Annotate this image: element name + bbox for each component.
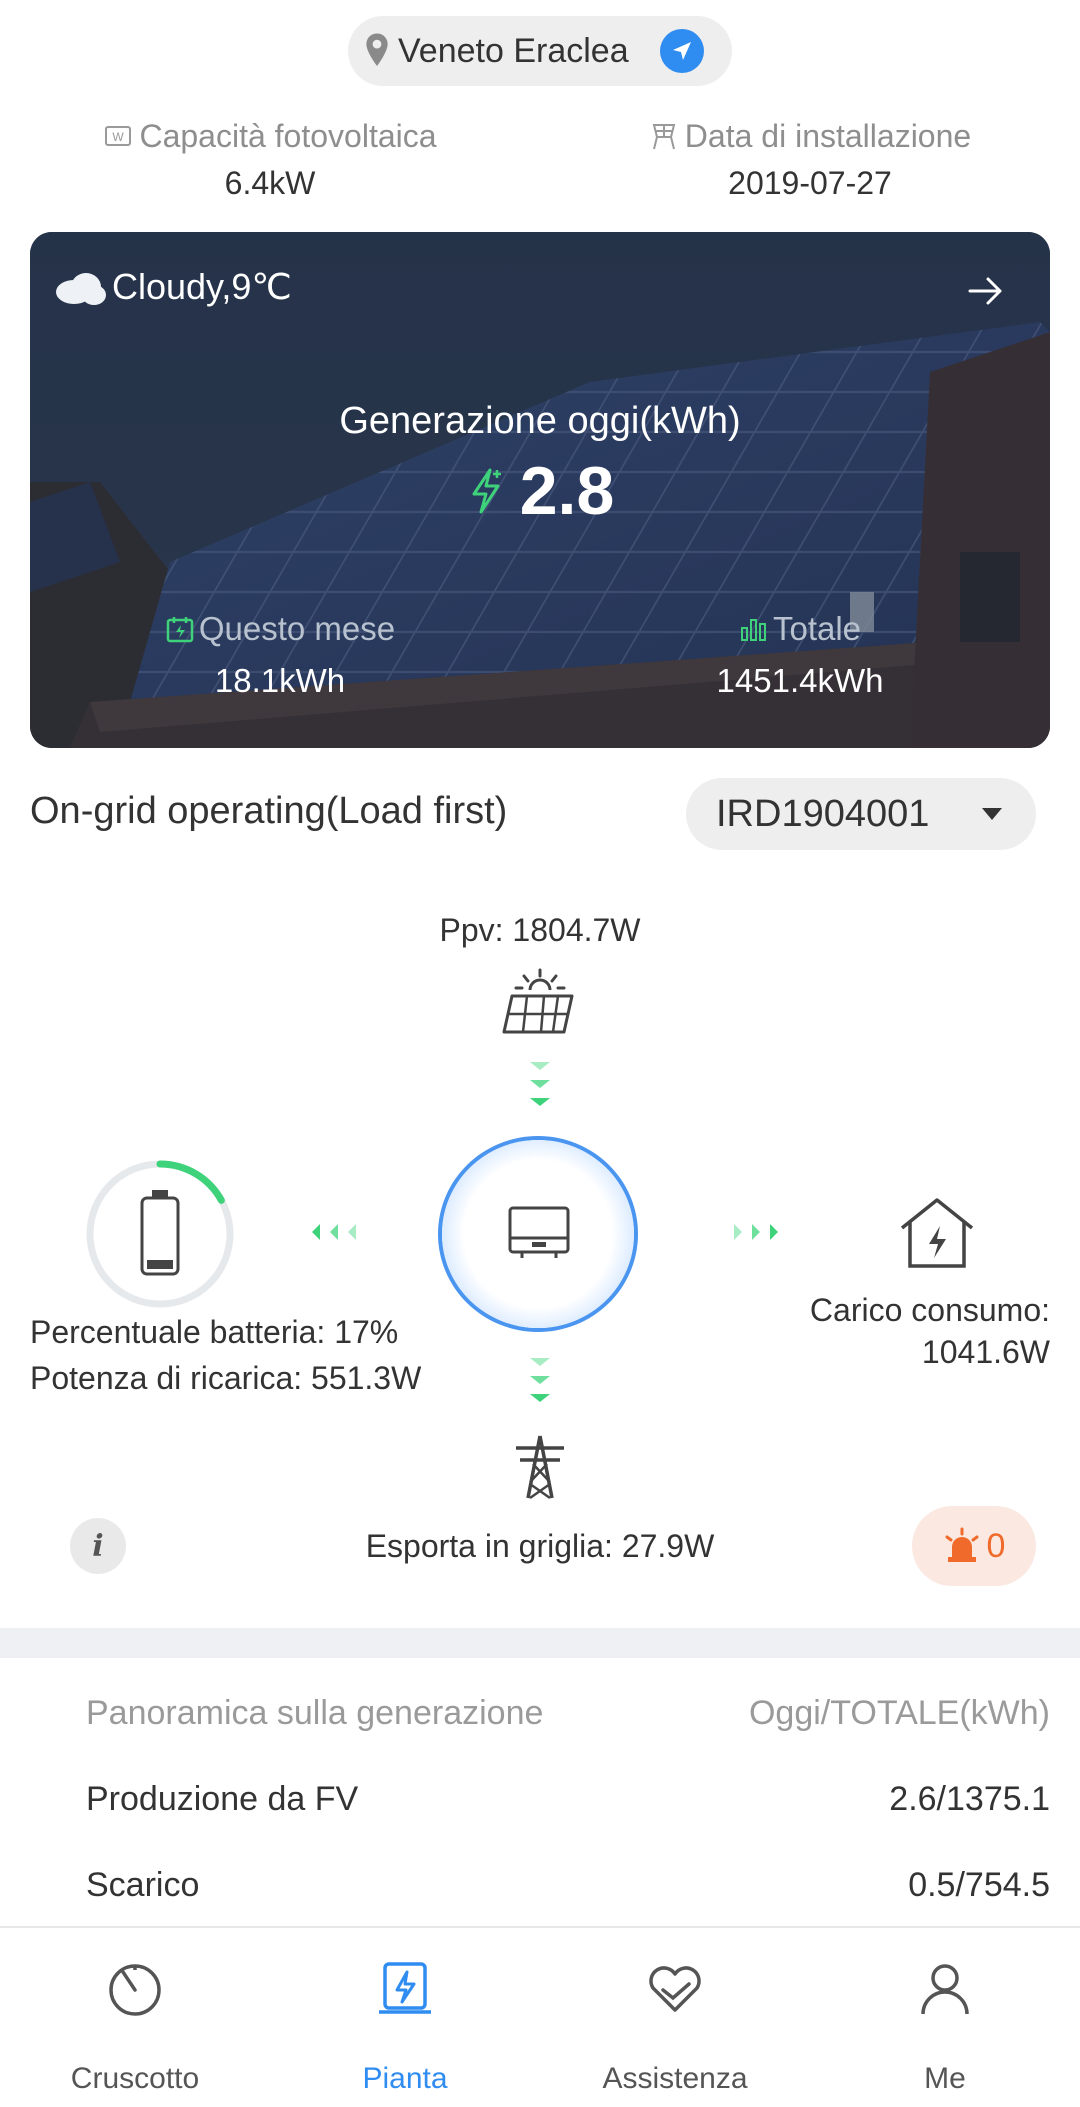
solar-panel-small-icon [652, 123, 676, 149]
capacity-label: Capacità fotovoltaica [139, 118, 437, 154]
nav-label-me: Me [924, 2062, 966, 2095]
overview-units: Oggi/TOTALE(kWh) [748, 1694, 1050, 1732]
nav-plant[interactable]: Pianta [270, 1928, 540, 2107]
total-value: 1451.4kWh [716, 662, 884, 699]
chevron-down-icon [982, 808, 1002, 820]
device-id: IRD1904001 [716, 792, 930, 835]
pv-power: Ppv: 1804.7W [439, 912, 641, 948]
operating-status: On-grid operating(Load first) [30, 790, 508, 832]
nav-support[interactable]: Assistenza [540, 1928, 810, 2107]
flow-arrows-grid [530, 1358, 550, 1402]
generation-banner[interactable]: Cloudy,9℃ Generazione oggi(kWh) 2.8 Ques… [30, 232, 1050, 748]
load-label: Carico consumo: [809, 1292, 1050, 1328]
grid-export: Esporta in griglia: 27.9W [365, 1528, 715, 1564]
grid-tower-icon [516, 1435, 564, 1500]
generation-today-label: Generazione oggi(kWh) [339, 400, 741, 442]
cloud-icon [56, 273, 106, 305]
capacity-info: W Capacità fotovoltaica 6.4kW [70, 118, 470, 202]
overview-header: Panoramica sulla generazione Oggi/TOTALE… [86, 1694, 1050, 1733]
svg-text:W: W [113, 130, 125, 144]
nav-dashboard[interactable]: Cruscotto [0, 1928, 270, 2107]
install-label: Data di installazione [684, 118, 972, 154]
overview-title: Panoramica sulla generazione [86, 1694, 544, 1732]
alarm-count: 0 [986, 1526, 1006, 1565]
navigation-arrow-icon [673, 42, 691, 60]
row-value: 2.6/1375.1 [889, 1780, 1050, 1818]
row-label: Produzione da FV [86, 1780, 359, 1818]
capacity-value: 6.4kW [224, 165, 316, 201]
location-name: Veneto Eraclea [398, 31, 629, 70]
capacity-icon: W [105, 125, 132, 146]
generation-today-row: 2.8 [30, 452, 1050, 530]
device-selector[interactable]: IRD1904001 [686, 778, 1036, 850]
alarm-siren-icon [945, 1527, 979, 1562]
flow-arrows-battery [312, 1224, 356, 1240]
section-divider [0, 1628, 1080, 1658]
battery-percent: Percentuale batteria: 17% [30, 1314, 399, 1350]
generation-today-value: 2.8 [519, 453, 615, 529]
month-label: Questo mese [198, 610, 396, 647]
dashboard-icon [109, 1964, 161, 2016]
solar-panel-icon [502, 968, 574, 1034]
weather-text: Cloudy,9℃ [112, 266, 292, 307]
location-pin-icon [366, 33, 388, 66]
nav-label-plant: Pianta [362, 2062, 448, 2095]
location-pill[interactable]: Veneto Eraclea [348, 16, 732, 86]
flow-arrows-load [734, 1224, 778, 1240]
table-row: Produzione da FV 2.6/1375.1 [86, 1780, 1050, 1819]
house-load-icon [900, 1198, 974, 1268]
navigate-button[interactable] [660, 29, 704, 73]
bar-chart-icon [740, 619, 766, 641]
month-value: 18.1kWh [214, 662, 346, 699]
bottom-navigation: Cruscotto Pianta Assistenza Me [0, 1926, 1080, 2107]
install-value: 2019-07-27 [728, 165, 892, 201]
install-date-info: Data di installazione 2019-07-27 [610, 118, 1010, 202]
user-icon [921, 1964, 969, 2015]
charge-power: Potenza di ricarica: 551.3W [30, 1360, 422, 1396]
nav-me[interactable]: Me [810, 1928, 1080, 2107]
plant-icon [379, 1962, 431, 2014]
inverter-icon [508, 1206, 570, 1258]
nav-label-dashboard: Cruscotto [70, 2062, 200, 2095]
month-stat: Questo mese 18.1kWh [130, 610, 430, 700]
alarm-button[interactable]: 0 [912, 1506, 1036, 1586]
nav-label-support: Assistenza [602, 2062, 748, 2095]
calendar-bolt-icon [166, 617, 194, 643]
row-value: 0.5/754.5 [908, 1866, 1050, 1904]
weather-info: Cloudy,9℃ [52, 266, 292, 308]
load-value: 1041.6W [921, 1334, 1050, 1370]
total-stat: Totale 1451.4kWh [650, 610, 950, 700]
total-label: Totale [772, 610, 862, 647]
table-row: Scarico 0.5/754.5 [86, 1866, 1050, 1905]
row-label: Scarico [86, 1866, 200, 1904]
flow-arrows-pv [530, 1062, 550, 1106]
lightning-icon [472, 468, 501, 514]
info-button[interactable]: i [70, 1518, 126, 1574]
service-icon [649, 1966, 701, 2012]
arrow-right-icon[interactable] [966, 274, 1006, 308]
battery-icon [140, 1190, 180, 1276]
